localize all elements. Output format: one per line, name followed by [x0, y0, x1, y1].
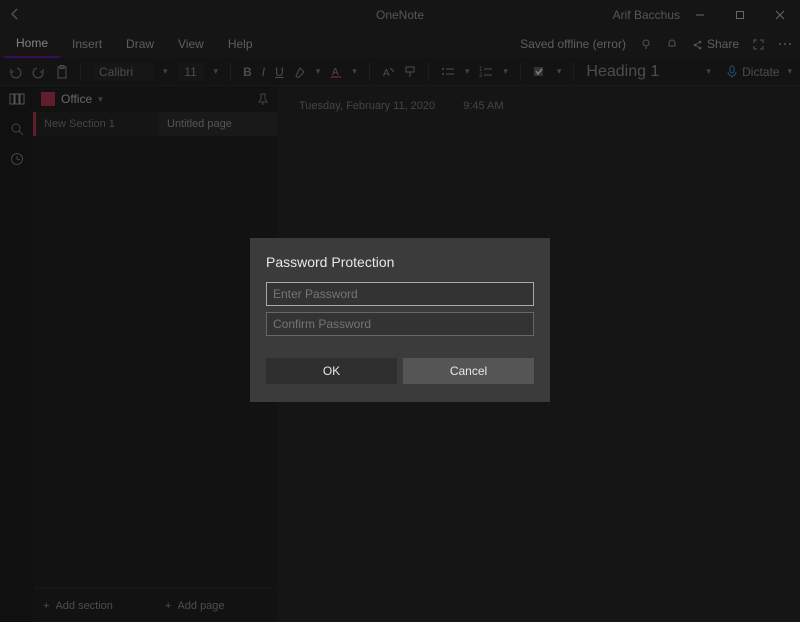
password-dialog: Password Protection OK Cancel — [250, 238, 550, 402]
ok-button[interactable]: OK — [266, 358, 397, 384]
cancel-button[interactable]: Cancel — [403, 358, 534, 384]
confirm-password-field[interactable] — [266, 312, 534, 336]
dialog-title: Password Protection — [266, 254, 534, 270]
enter-password-field[interactable] — [266, 282, 534, 306]
